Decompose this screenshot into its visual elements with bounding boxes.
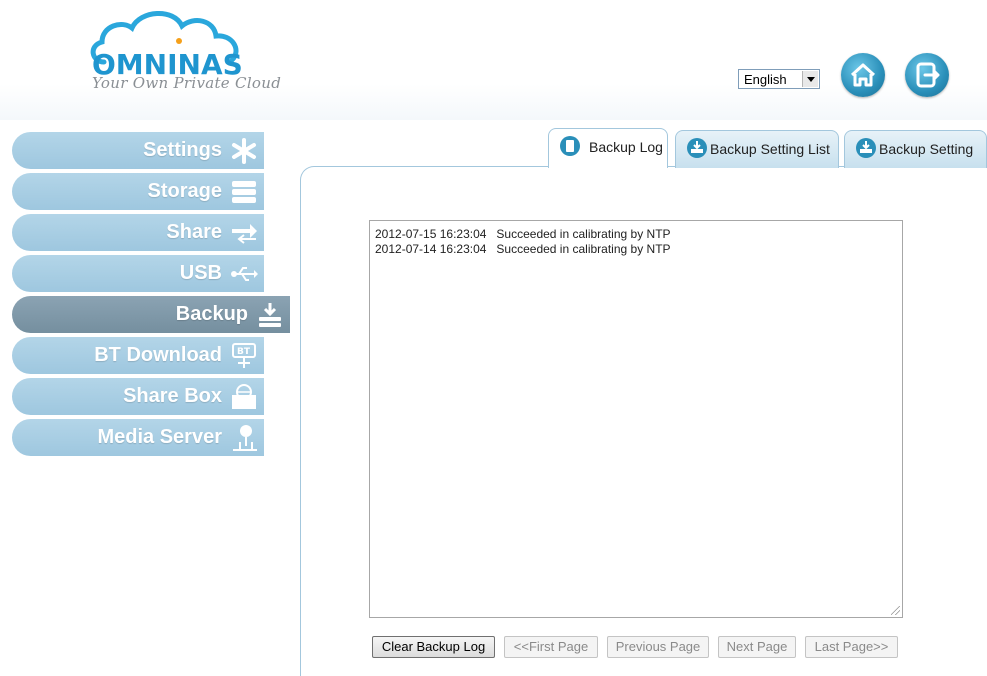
backup-icon xyxy=(259,303,281,327)
settings-icon xyxy=(232,138,256,164)
sidebar-item-label: Storage xyxy=(147,180,222,202)
sidebar-item-label: BT Download xyxy=(94,344,222,366)
language-value: English xyxy=(744,72,787,87)
backup-log-icon xyxy=(560,136,580,156)
sidebar-item-label: Media Server xyxy=(97,426,222,448)
tab-label: Backup Log xyxy=(589,139,663,155)
last-page-button[interactable]: Last Page>> xyxy=(805,636,898,658)
language-select[interactable]: English xyxy=(738,69,820,89)
next-page-button[interactable]: Next Page xyxy=(718,636,796,658)
share-icon xyxy=(232,224,257,244)
sidebar-item-label: Share Box xyxy=(123,385,222,407)
media-server-icon xyxy=(233,425,257,451)
tab-backup-setting-list[interactable]: Backup Setting List xyxy=(675,130,839,168)
sidebar-item-share[interactable]: Share xyxy=(12,214,264,251)
sidebar-item-bt-download[interactable]: BT Download BT xyxy=(12,337,264,374)
first-page-button[interactable]: <<First Page xyxy=(504,636,598,658)
sidebar-item-share-box[interactable]: Share Box xyxy=(12,378,264,415)
log-line: 2012-07-14 16:23:04 Succeeded in calibra… xyxy=(375,242,671,256)
sidebar-item-label: Share xyxy=(166,221,222,243)
backup-log-textarea[interactable]: 2012-07-15 16:23:04 Succeeded in calibra… xyxy=(369,220,903,618)
sidebar-item-label: USB xyxy=(179,262,222,284)
previous-page-button[interactable]: Previous Page xyxy=(607,636,709,658)
brand-tagline: Your Own Private Cloud xyxy=(92,74,282,92)
sidebar-item-label: Settings xyxy=(143,139,222,161)
tab-label: Backup Setting List xyxy=(710,141,830,157)
header: OMNINAS Your Own Private Cloud English xyxy=(0,0,987,120)
home-icon xyxy=(850,63,876,87)
backup-setting-list-icon xyxy=(687,138,707,158)
svg-text:BT: BT xyxy=(237,347,251,357)
share-box-icon xyxy=(232,384,256,409)
tab-backup-log[interactable]: Backup Log xyxy=(548,128,668,168)
logout-button[interactable] xyxy=(905,53,949,97)
sidebar-item-usb[interactable]: USB xyxy=(12,255,264,292)
resize-handle-icon[interactable] xyxy=(891,606,900,615)
tab-label: Backup Setting xyxy=(879,141,974,157)
sidebar-item-backup[interactable]: Backup xyxy=(12,296,290,333)
sidebar-item-label: Backup xyxy=(175,303,248,325)
logout-icon xyxy=(916,62,940,88)
bt-download-icon: BT xyxy=(232,343,256,368)
sidebar-item-settings[interactable]: Settings xyxy=(12,132,264,169)
chevron-down-icon[interactable] xyxy=(802,71,818,87)
log-line: 2012-07-15 16:23:04 Succeeded in calibra… xyxy=(375,227,671,241)
sidebar-item-storage[interactable]: Storage xyxy=(12,173,264,210)
storage-icon xyxy=(232,181,256,203)
tab-backup-setting[interactable]: Backup Setting xyxy=(844,130,987,168)
usb-icon xyxy=(231,267,258,281)
backup-setting-icon xyxy=(856,138,876,158)
clear-backup-log-button[interactable]: Clear Backup Log xyxy=(372,636,495,658)
home-button[interactable] xyxy=(841,53,885,97)
sidebar-item-media-server[interactable]: Media Server xyxy=(12,419,264,456)
